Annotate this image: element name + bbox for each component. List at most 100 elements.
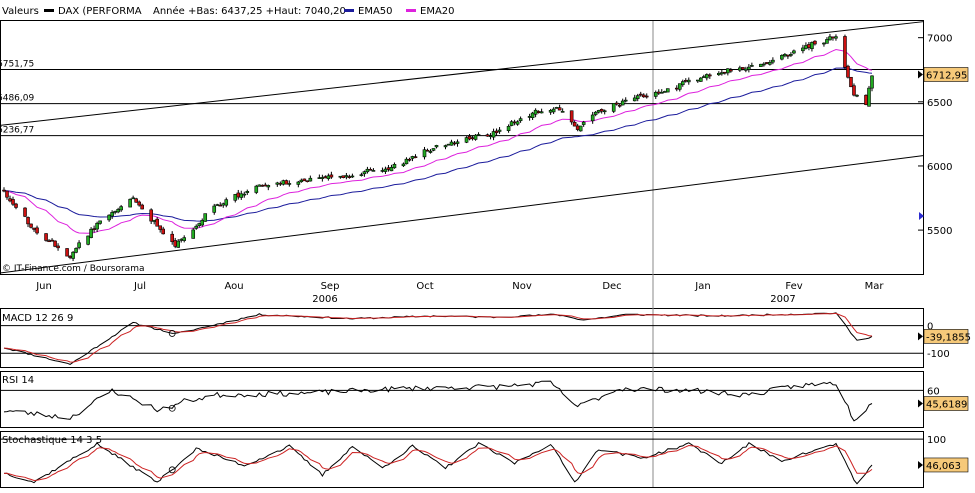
stoch-title: Stochastique 14 3 5 [2, 435, 102, 446]
candle-body [569, 110, 574, 123]
stoch-main-line [3, 442, 873, 485]
candle-body [653, 92, 658, 97]
candle-body [29, 223, 33, 228]
instrument-label: DAX (PERFORMA [58, 6, 142, 17]
candle-body [308, 177, 313, 182]
candle-body [173, 240, 177, 247]
candle-body [344, 175, 349, 178]
candle-body [47, 240, 51, 243]
candle-body [14, 203, 18, 208]
candle-body [305, 180, 310, 182]
candle-body [771, 59, 775, 63]
candle-body [44, 233, 48, 241]
candle-body [825, 39, 829, 44]
candle-body [134, 198, 138, 203]
ema20-line [3, 48, 873, 234]
candle-body [515, 121, 520, 125]
candle-body [530, 112, 535, 118]
candle-body [371, 170, 376, 172]
month-label-mar: Mar [865, 281, 885, 292]
candle-body [467, 136, 472, 140]
candle-body [128, 198, 132, 208]
candle-body [446, 143, 451, 146]
candle-body [539, 111, 544, 114]
candle-body [239, 193, 244, 198]
candle-body [527, 116, 532, 118]
candle-body [266, 185, 271, 188]
candle-body [215, 204, 220, 206]
candle-body [723, 71, 727, 74]
candle-body [8, 198, 12, 202]
candle-body [575, 125, 580, 130]
candle-body [623, 99, 628, 102]
candle-body [401, 163, 406, 167]
candle-body [68, 255, 72, 258]
candle-body [473, 134, 478, 140]
candle-body [452, 142, 457, 145]
candle-body [281, 180, 286, 185]
candle-body [218, 204, 223, 207]
candle-body [804, 45, 808, 49]
candle-body [677, 83, 682, 90]
candle-body [762, 63, 766, 66]
candle-body [77, 242, 81, 248]
candle-body [596, 110, 601, 113]
candle-body [113, 211, 117, 213]
candle-body [65, 248, 69, 257]
candle-body [599, 109, 604, 112]
candle-body [464, 137, 469, 143]
candle-body [5, 190, 9, 198]
rsi-main-line [3, 380, 873, 422]
candle-body [717, 72, 721, 76]
candle-body [831, 36, 835, 39]
rsi-panel: 60 45,6189 [0, 380, 969, 422]
candle-body [759, 63, 763, 67]
stoch-signal-line [3, 444, 873, 482]
candle-body [813, 40, 817, 45]
candle-body [708, 74, 712, 77]
candle-body [632, 97, 637, 102]
ema20-legend-label: EMA20 [420, 6, 455, 17]
candle-body [867, 87, 871, 107]
candle-body [284, 180, 289, 185]
range-label: Année +Bas: 6437,25 +Haut: 7040,20 [153, 5, 346, 17]
candle-body [644, 95, 649, 98]
candle-body [518, 118, 523, 122]
candle-body [834, 36, 838, 39]
candle-body [26, 217, 30, 225]
candle-body [389, 167, 394, 172]
candle-body [665, 88, 670, 93]
candle-body [86, 235, 90, 245]
macd-title: MACD 12 26 9 [2, 313, 73, 324]
candle-body [443, 145, 448, 148]
candle-body [434, 145, 439, 148]
chart-canvas: Valeurs DAX (PERFORMA Année +Bas: 6437,2… [0, 5, 971, 488]
candle-body [23, 207, 27, 217]
candle-body [212, 205, 217, 213]
candle-body [131, 197, 135, 200]
candle-body [152, 220, 156, 222]
month-label-oct: Oct [416, 281, 433, 292]
candle-body [720, 72, 724, 75]
candle-body [224, 199, 229, 206]
candle-body [326, 175, 331, 179]
trendline-upper [0, 21, 924, 126]
last-price-label: 6712,95 [926, 71, 967, 82]
candle-body [635, 95, 640, 99]
candle-body [359, 174, 364, 176]
ema20-legend-swatch [406, 9, 416, 12]
candle-body [263, 184, 268, 187]
candle-body [413, 156, 418, 158]
candle-body [789, 54, 793, 56]
candle-body [455, 141, 460, 144]
candle-body [137, 201, 141, 206]
candle-body [350, 175, 355, 178]
ema50-legend-swatch [344, 9, 354, 12]
candle-body [74, 248, 78, 253]
month-label-aou: Aou [224, 281, 243, 292]
candle-body [509, 121, 514, 126]
candle-body [680, 81, 685, 86]
candle-body [278, 182, 283, 185]
candle-body [548, 110, 553, 113]
level-label-3: 6236,77 [0, 126, 34, 136]
